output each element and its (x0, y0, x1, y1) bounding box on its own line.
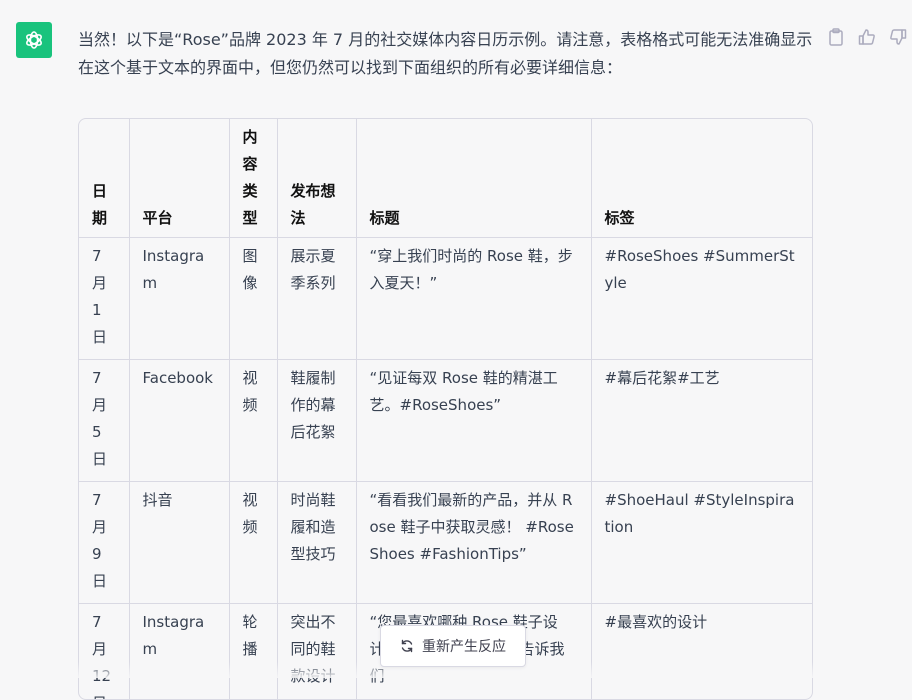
cell-content-type: 图像 (229, 238, 277, 360)
cell-date: 7月1日 (79, 238, 129, 360)
cell-caption: “看看我们最新的产品，并从 Rose 鞋子中获取灵感！ #RoseShoes #… (356, 482, 591, 604)
header-caption: 标题 (356, 119, 591, 238)
cell-content-type: 视频 (229, 360, 277, 482)
cell-platform: Instagram (129, 238, 229, 360)
assistant-avatar (16, 22, 52, 58)
cell-date: 7月5日 (79, 360, 129, 482)
message-actions (826, 26, 908, 48)
regenerate-label: 重新产生反应 (422, 636, 506, 656)
cell-date: 7月9日 (79, 482, 129, 604)
dislike-button[interactable] (888, 26, 908, 48)
content-calendar-table: 日期 平台 内容类型 发布想法 标题 标签 7月1日 Instagram 图像 … (78, 118, 813, 700)
thumbs-up-icon (858, 28, 876, 46)
cell-hashtags: #ShoeHaul #StyleInspiration (591, 482, 812, 604)
cell-platform: 抖音 (129, 482, 229, 604)
cell-hashtags: #最喜欢的设计 (591, 604, 812, 700)
cell-platform: Instagram (129, 604, 229, 700)
assistant-message: 当然！以下是“Rose”品牌 2023 年 7 月的社交媒体内容日历示例。请注意… (78, 26, 818, 82)
regenerate-button[interactable]: 重新产生反应 (380, 625, 526, 667)
clipboard-icon (828, 28, 844, 46)
cell-caption: “穿上我们时尚的 Rose 鞋，步入夏天！” (356, 238, 591, 360)
cell-content-type: 视频 (229, 482, 277, 604)
cell-hashtags: #RoseShoes #SummerStyle (591, 238, 812, 360)
copy-button[interactable] (826, 26, 846, 48)
cell-post-idea: 时尚鞋履和造型技巧 (277, 482, 356, 604)
header-content-type: 内容类型 (229, 119, 277, 238)
header-platform: 平台 (129, 119, 229, 238)
header-post-idea: 发布想法 (277, 119, 356, 238)
table-header-row: 日期 平台 内容类型 发布想法 标题 标签 (79, 119, 812, 238)
cell-platform: Facebook (129, 360, 229, 482)
like-button[interactable] (857, 26, 877, 48)
cell-post-idea: 鞋履制作的幕后花絮 (277, 360, 356, 482)
thumbs-down-icon (889, 28, 907, 46)
table-row: 7月1日 Instagram 图像 展示夏季系列 “穿上我们时尚的 Rose 鞋… (79, 238, 812, 360)
cell-post-idea: 展示夏季系列 (277, 238, 356, 360)
cell-hashtags: #幕后花絮#工艺 (591, 360, 812, 482)
cell-post-idea: 突出不同的鞋款设计 (277, 604, 356, 700)
openai-logo-icon (22, 28, 46, 52)
refresh-icon (400, 639, 414, 653)
table-row: 7月5日 Facebook 视频 鞋履制作的幕后花絮 “见证每双 Rose 鞋的… (79, 360, 812, 482)
header-date: 日期 (79, 119, 129, 238)
header-hashtags: 标签 (591, 119, 812, 238)
cell-date: 7月12日 (79, 604, 129, 700)
cell-caption: “见证每双 Rose 鞋的精湛工艺。#RoseShoes” (356, 360, 591, 482)
table-row: 7月9日 抖音 视频 时尚鞋履和造型技巧 “看看我们最新的产品，并从 Rose … (79, 482, 812, 604)
cell-content-type: 轮播 (229, 604, 277, 700)
